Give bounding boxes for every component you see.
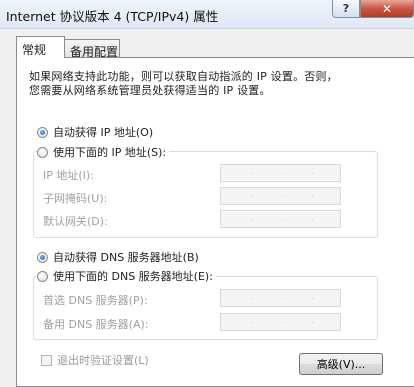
ip-octet-separator: . — [281, 167, 284, 177]
tab-alternate-configuration[interactable]: 备用配置 — [64, 39, 120, 59]
advanced-button[interactable]: 高级(V)... — [299, 353, 383, 375]
validate-on-exit-label: 退出时验证设置(L) — [57, 354, 149, 367]
ip-octet-separator: . — [311, 316, 314, 326]
subnet-mask-label: 子网掩码(U): — [43, 192, 108, 205]
close-icon: ✕ — [381, 1, 393, 16]
validate-on-exit-checkbox[interactable] — [41, 354, 52, 366]
help-icon: ? — [342, 2, 350, 15]
dns-auto-label: 自动获得 DNS 服务器地址(B) — [53, 251, 199, 264]
tab-general[interactable]: 常规 — [16, 36, 65, 58]
intro-line: 您需要从网络系统管理员处获得适当的 IP 设置。 — [29, 84, 271, 97]
ip-manual-label: 使用下面的 IP 地址(S): — [53, 146, 167, 159]
ip-octet-separator: . — [281, 190, 284, 200]
ip-auto-radio[interactable] — [37, 126, 48, 138]
ip-octet-separator: . — [311, 167, 314, 177]
ip-auto-option[interactable]: 自动获得 IP 地址(O) — [37, 125, 153, 139]
validate-on-exit-option[interactable]: 退出时验证设置(L) — [41, 352, 149, 368]
dns-auto-option[interactable]: 自动获得 DNS 服务器地址(B) — [37, 250, 199, 264]
ip-octet-separator: . — [311, 292, 314, 302]
ip-octet-separator: . — [251, 167, 254, 177]
general-tab-panel: 如果网络支持此功能，则可以获取自动指派的 IP 设置。否则， 您需要从网络系统管… — [16, 57, 414, 387]
ip-octet-separator: . — [251, 292, 254, 302]
ip-octet-separator: . — [281, 292, 284, 302]
ip-octet-separator: . — [281, 316, 284, 326]
window-title: Internet 协议版本 4 (TCP/IPv4) 属性 — [6, 9, 219, 24]
intro-text: 如果网络支持此功能，则可以获取自动指派的 IP 设置。否则， 您需要从网络系统管… — [29, 70, 409, 98]
preferred-dns-label: 首选 DNS 服务器(P): — [43, 294, 148, 307]
default-gateway-input[interactable]: ... — [220, 210, 341, 228]
ip-manual-option[interactable]: 使用下面的 IP 地址(S): — [37, 145, 170, 159]
default-gateway-label: 默认网关(D): — [43, 215, 108, 228]
ip-octet-separator: . — [311, 190, 314, 200]
dns-manual-radio[interactable] — [37, 270, 48, 282]
alternate-dns-input[interactable]: ... — [220, 313, 341, 331]
ip-address-label: IP 地址(I): — [43, 169, 94, 182]
preferred-dns-input[interactable]: ... — [220, 289, 341, 307]
ip-octet-separator: . — [311, 213, 314, 223]
dns-auto-radio[interactable] — [37, 251, 48, 263]
ip-octet-separator: . — [251, 190, 254, 200]
ip-octet-separator: . — [251, 213, 254, 223]
ip-auto-label: 自动获得 IP 地址(O) — [53, 126, 154, 139]
subnet-mask-input[interactable]: ... — [220, 187, 341, 205]
close-button[interactable]: ✕ — [360, 0, 414, 18]
alternate-dns-label: 备用 DNS 服务器(A): — [43, 318, 149, 331]
ip-octet-separator: . — [251, 316, 254, 326]
dns-manual-option[interactable]: 使用下面的 DNS 服务器地址(E): — [37, 269, 216, 283]
dns-manual-label: 使用下面的 DNS 服务器地址(E): — [53, 270, 213, 283]
ip-address-input[interactable]: ... — [220, 164, 341, 182]
ip-manual-radio[interactable] — [37, 146, 48, 158]
ip-octet-separator: . — [281, 213, 284, 223]
help-button[interactable]: ? — [332, 0, 360, 18]
title-bar: Internet 协议版本 4 (TCP/IPv4) 属性 ? ✕ — [0, 0, 414, 29]
intro-line: 如果网络支持此功能，则可以获取自动指派的 IP 设置。否则， — [29, 70, 338, 83]
